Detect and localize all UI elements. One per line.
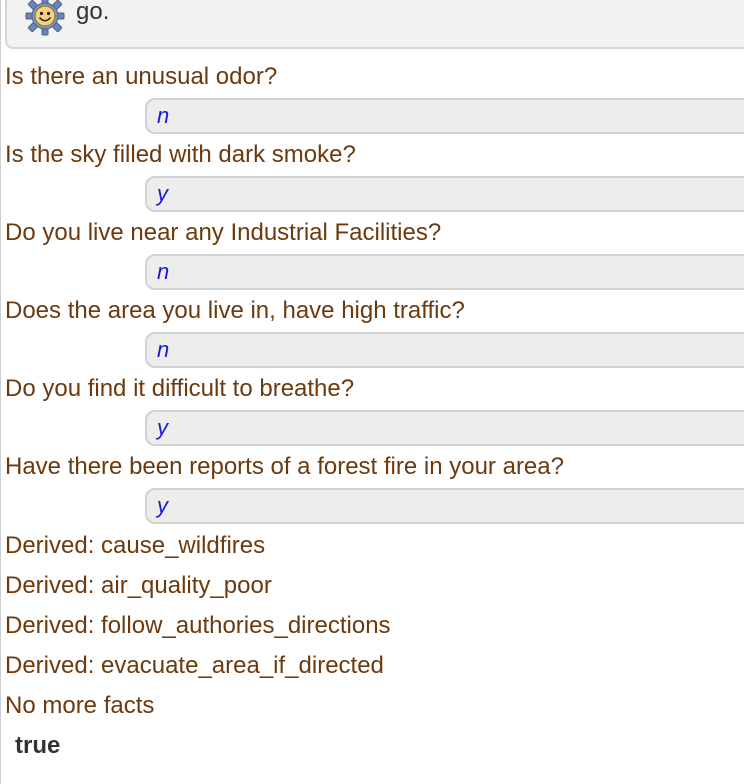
- query-result: true: [15, 732, 61, 759]
- question-prompt: Does the area you live in, have high tra…: [5, 297, 465, 324]
- answer-value: n: [157, 337, 170, 362]
- answer-field[interactable]: y: [145, 176, 744, 212]
- question-prompt: Do you live near any Industrial Faciliti…: [5, 219, 442, 246]
- question-prompt: Is the sky filled with dark smoke?: [5, 141, 356, 168]
- answer-value: y: [157, 181, 168, 206]
- answer-field[interactable]: n: [145, 254, 744, 290]
- final-message: No more facts: [5, 692, 155, 719]
- answer-value: y: [157, 493, 168, 518]
- question-prompt: Is there an unusual odor?: [5, 63, 278, 90]
- gear-smiley-icon: [25, 0, 65, 36]
- question-prompt: Do you find it difficult to breathe?: [5, 375, 355, 402]
- derived-fact: Derived: follow_authories_directions: [5, 612, 391, 639]
- derived-fact: Derived: air_quality_poor: [5, 572, 272, 599]
- question-prompt: Have there been reports of a forest fire…: [5, 453, 564, 480]
- output-frame: go. Is there an unusual odor? n Is the s…: [0, 0, 744, 784]
- answer-field[interactable]: y: [145, 488, 744, 524]
- answer-field[interactable]: n: [145, 98, 744, 134]
- derived-fact: Derived: cause_wildfires: [5, 532, 266, 559]
- derived-fact: Derived: evacuate_area_if_directed: [5, 652, 384, 679]
- query-text[interactable]: go.: [76, 0, 109, 26]
- dialog-output: Is there an unusual odor? n Is the sky f…: [5, 58, 744, 766]
- answer-value: n: [157, 259, 170, 284]
- answer-field[interactable]: n: [145, 332, 744, 368]
- answer-value: n: [157, 103, 170, 128]
- query-bar[interactable]: go.: [5, 0, 744, 49]
- answer-value: y: [157, 415, 168, 440]
- answer-field[interactable]: y: [145, 410, 744, 446]
